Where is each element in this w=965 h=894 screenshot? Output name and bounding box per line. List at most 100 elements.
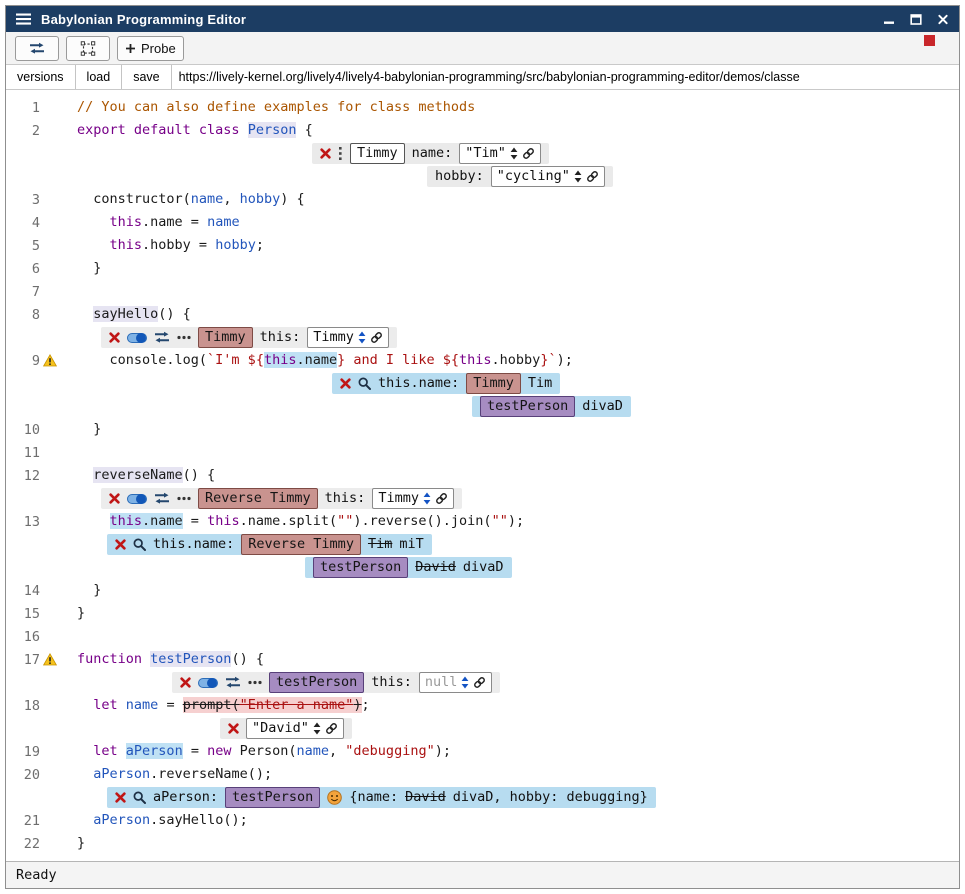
example-badge[interactable]: Reverse Timmy [241,534,361,555]
function-badge[interactable]: testPerson [225,787,320,808]
swap-button[interactable] [15,36,59,61]
widget-label: this.name: [153,533,234,556]
more-options-icon[interactable] [248,680,262,685]
probe-widget: testPerson David divaD [305,557,512,578]
delete-icon[interactable] [228,723,239,734]
file-bar: versions load save https://lively-kernel… [6,65,959,90]
code-line: } [77,602,85,625]
warning-icon[interactable] [43,653,57,666]
row-content: aPerson.sayHello(); [62,809,959,832]
link-icon[interactable] [435,492,448,505]
url-input[interactable]: https://lively-kernel.org/lively4/lively… [172,65,959,89]
stepper-icon[interactable] [358,331,366,344]
gutter: 9 [6,353,62,369]
swap-examples-icon[interactable] [154,492,170,505]
value-input[interactable]: "Tim" [459,143,541,164]
row-content: } [62,579,959,602]
toggle-switch-icon[interactable] [198,677,218,689]
stepper-icon[interactable] [574,170,582,183]
inspect-region-button[interactable] [66,36,110,61]
code-line: let name = prompt("Enter a name"); [77,694,370,717]
code-token: ); [557,352,573,368]
menu-icon[interactable] [16,13,31,25]
value-input[interactable]: "David" [246,718,344,739]
code-token: .hobby = [142,237,215,253]
code-token: ; [362,697,370,713]
delete-icon[interactable] [180,677,191,688]
instance-select[interactable]: Timmy [307,327,389,348]
row-content: Reverse Timmythis:Timmy [62,488,959,509]
line-number: 5 [6,238,40,254]
row-content: aPerson:testPerson{name:DaviddivaD, hobb… [62,787,959,808]
link-icon[interactable] [370,331,383,344]
delete-icon[interactable] [340,378,351,389]
function-badge[interactable]: testPerson [313,557,408,578]
probe-widget: aPerson:testPerson{name:DaviddivaD, hobb… [107,787,656,808]
value-input[interactable]: "cycling" [491,166,605,187]
code-token: , [223,191,239,207]
versions-button[interactable]: versions [6,65,76,89]
swap-examples-icon[interactable] [225,676,241,689]
gutter: 21 [6,813,62,829]
toggle-switch-icon[interactable] [127,493,147,505]
gutter: 3 [6,192,62,208]
more-options-icon[interactable] [177,335,191,340]
row-content: Timmy this: Timmy [62,327,959,348]
minimize-icon[interactable] [883,14,895,25]
code-token: this [459,352,492,368]
widget-label: {name: [349,786,398,809]
drag-handle-icon[interactable] [338,146,343,161]
widget-label: this: [260,326,301,349]
stepper-icon[interactable] [510,147,518,160]
add-probe-label: Probe [141,41,176,56]
editor-row: 2export default class Person { [6,119,959,142]
close-icon[interactable] [937,14,949,25]
link-icon[interactable] [325,722,338,735]
delete-icon[interactable] [115,539,126,550]
status-text: Ready [16,867,57,883]
code-token: this [110,237,143,253]
code-line: constructor(name, hobby) { [77,188,305,211]
swap-examples-icon[interactable] [154,331,170,344]
editor-row: hobby:"cycling" [6,165,959,188]
load-button[interactable]: load [76,65,123,89]
more-options-icon[interactable] [177,496,191,501]
function-badge[interactable]: testPerson [269,672,364,693]
example-badge[interactable]: Reverse Timmy [198,488,318,509]
line-number: 16 [6,629,40,645]
warning-icon[interactable] [43,354,57,367]
row-content: console.log(`I'm ${this.name} and I like… [62,349,959,372]
delete-icon[interactable] [320,148,331,159]
instance-badge[interactable]: Timmy [350,143,405,164]
stepper-icon[interactable] [313,722,321,735]
function-badge[interactable]: testPerson [480,396,575,417]
code-token: ).reverse().join( [353,513,491,529]
instance-select[interactable]: Timmy [372,488,454,509]
editor-row: 20 aPerson.reverseName(); [6,763,959,786]
link-icon[interactable] [522,147,535,160]
code-editor[interactable]: 1// You can also define examples for cla… [6,90,959,861]
statusbar: Ready [6,861,959,888]
line-number: 18 [6,698,40,714]
add-probe-button[interactable]: Probe [117,36,184,61]
stepper-icon[interactable] [423,492,431,505]
save-button[interactable]: save [122,65,171,89]
input-value: "David" [252,717,309,740]
link-icon[interactable] [473,676,486,689]
maximize-icon[interactable] [910,14,922,25]
delete-icon[interactable] [109,332,120,343]
link-icon[interactable] [586,170,599,183]
code-token: .name = [142,214,207,230]
delete-icon[interactable] [115,792,126,803]
toggle-switch-icon[interactable] [127,332,147,344]
example-badge[interactable]: Timmy [198,327,253,348]
instance-select[interactable]: null [419,672,493,693]
old-value: David [415,556,456,579]
row-content: } [62,602,959,625]
delete-icon[interactable] [109,493,120,504]
stepper-icon[interactable] [461,676,469,689]
editor-row: this.name:Reverse TimmyTimmiT [6,533,959,556]
example-badge[interactable]: Timmy [466,373,521,394]
row-content: let aPerson = new Person(name, "debuggin… [62,740,959,763]
widget-label: divaD [463,556,504,579]
